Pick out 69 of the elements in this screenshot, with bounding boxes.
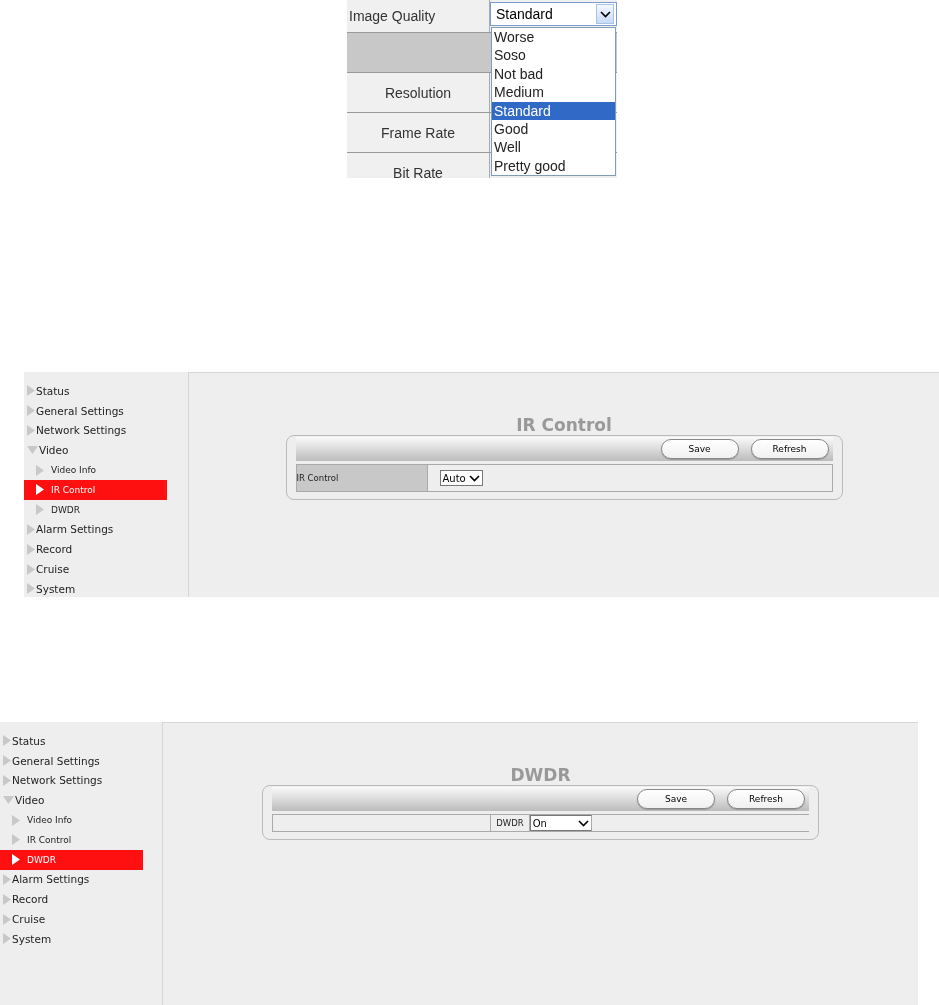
sidebar-subitem[interactable]: Video Info <box>24 460 167 480</box>
sidebar-subitem[interactable]: DWDR <box>24 499 167 520</box>
sidebar-item[interactable]: Video <box>24 440 167 461</box>
dropdown-option[interactable]: Worse <box>492 28 615 47</box>
sidebar-item[interactable]: Cruise <box>0 909 143 929</box>
chevron-down-icon <box>468 474 480 482</box>
toolbar-button[interactable]: Refresh <box>727 789 805 809</box>
dropdown-option[interactable]: Standard <box>492 101 615 120</box>
triangle-right-icon <box>27 543 35 555</box>
page-title: DWDR <box>510 765 571 785</box>
sidebar-subitem[interactable]: Video Info <box>0 810 143 830</box>
field-label: IR Control <box>296 465 428 491</box>
triangle-right-icon <box>3 913 11 925</box>
sidebar-item[interactable]: Network Settings <box>24 420 167 441</box>
field-label: Resolution <box>347 73 490 112</box>
field-label: Bit Rate <box>347 153 490 178</box>
toolbar-button[interactable]: Save <box>637 789 715 809</box>
dropdown-option[interactable]: Pretty good <box>492 156 615 176</box>
dropdown-option[interactable]: Well <box>492 138 615 157</box>
triangle-right-icon <box>27 523 35 535</box>
page-title: IR Control <box>516 415 612 435</box>
chevron-down-icon <box>599 10 611 18</box>
dropdown-option[interactable]: Good <box>492 119 615 139</box>
toolbar-button[interactable]: Refresh <box>750 439 829 459</box>
triangle-right-icon <box>12 814 20 826</box>
triangle-right-icon <box>36 484 44 496</box>
sidebar-item[interactable]: Record <box>0 889 143 910</box>
triangle-right-icon <box>27 563 35 575</box>
field-label: Frame Rate <box>347 113 490 152</box>
sidebar-item[interactable]: General Settings <box>24 400 167 421</box>
sidebar-item[interactable]: Status <box>0 731 143 751</box>
triangle-right-icon <box>27 385 35 397</box>
triangle-right-icon <box>3 775 11 786</box>
sidebar-item[interactable]: Record <box>24 539 167 560</box>
sidebar-item[interactable]: Alarm Settings <box>24 519 167 540</box>
sidebar-item[interactable]: Alarm Settings <box>0 869 143 890</box>
triangle-down-icon <box>27 446 38 455</box>
select-dropdown[interactable]: On <box>529 815 592 831</box>
triangle-right-icon <box>3 893 11 905</box>
sidebar-item[interactable]: General Settings <box>0 750 143 771</box>
triangle-right-icon <box>27 405 35 417</box>
sidebar-item[interactable]: Cruise <box>24 559 167 579</box>
triangle-right-icon <box>36 464 44 476</box>
triangle-right-icon <box>27 583 35 595</box>
dropdown-option[interactable]: Medium <box>492 83 615 102</box>
field-label: DWDR <box>490 815 530 831</box>
triangle-right-icon <box>12 854 20 866</box>
triangle-right-icon <box>3 873 11 885</box>
triangle-right-icon <box>12 834 20 846</box>
sidebar-subitem[interactable]: DWDR <box>0 849 143 870</box>
select-dropdown[interactable]: Auto <box>439 470 483 486</box>
triangle-right-icon <box>3 755 11 767</box>
triangle-right-icon <box>3 933 11 945</box>
dropdown-option[interactable]: Not bad <box>492 64 615 84</box>
sidebar-item[interactable]: System <box>0 928 143 949</box>
sidebar-item[interactable]: Network Settings <box>0 770 143 791</box>
triangle-right-icon <box>3 735 11 747</box>
triangle-right-icon <box>36 504 44 516</box>
dropdown-option[interactable]: Soso <box>492 46 615 65</box>
sidebar-subitem[interactable]: IR Control <box>24 480 167 500</box>
sidebar-subitem[interactable]: IR Control <box>0 830 143 850</box>
quality-dropdown[interactable]: Standard <box>490 2 617 26</box>
sidebar-item[interactable]: Status <box>24 381 167 401</box>
chevron-down-icon <box>577 819 589 827</box>
triangle-right-icon <box>27 425 35 436</box>
sidebar-item[interactable]: Video <box>0 790 143 811</box>
toolbar-button[interactable]: Save <box>660 439 739 459</box>
triangle-down-icon <box>3 796 14 805</box>
sidebar-item[interactable]: System <box>24 578 167 599</box>
